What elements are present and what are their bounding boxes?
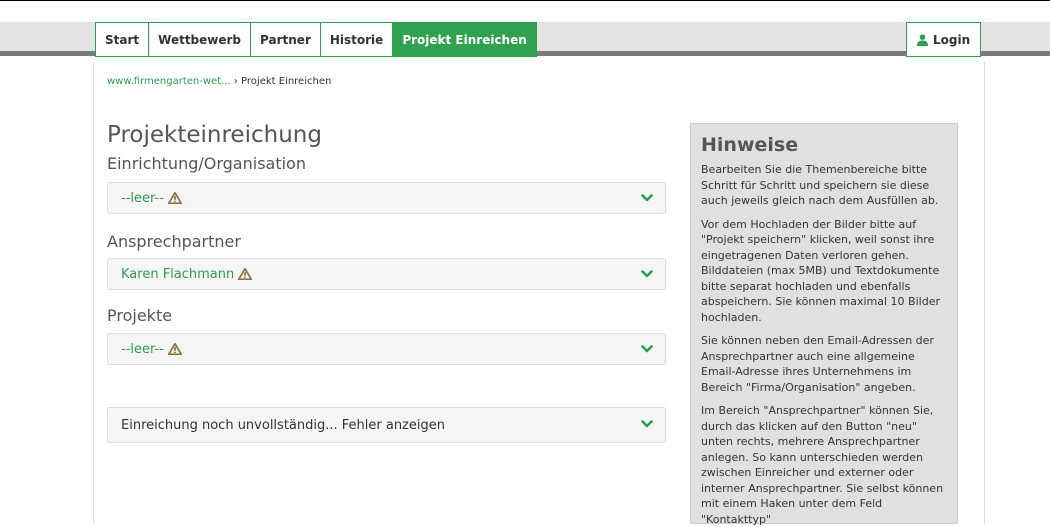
hints-title: Hinweise (701, 134, 799, 156)
chevron-down-icon (641, 420, 653, 428)
show-errors-panel[interactable]: Einreichung noch unvollständig... Fehler… (107, 407, 666, 443)
chevron-down-icon (641, 194, 653, 202)
hints-paragraph: Sie können neben den Email-Adressen der … (701, 334, 934, 394)
breadcrumb: www.firmengarten-wet... › Projekt Einrei… (107, 76, 331, 87)
nav-projekt-einreichen[interactable]: Projekt Einreichen (392, 22, 537, 57)
nav-wettbewerb[interactable]: Wettbewerb (148, 22, 251, 57)
breadcrumb-separator: › (233, 76, 238, 87)
nav-start[interactable]: Start (95, 22, 149, 57)
content-border-left (93, 62, 94, 524)
hints-paragraph: Bearbeiten Sie die Themenbereiche bitte … (701, 163, 939, 207)
projects-panel[interactable]: --leer-- (107, 333, 666, 365)
breadcrumb-home-link[interactable]: www.firmengarten-wet... (107, 76, 231, 87)
user-icon (917, 33, 928, 46)
breadcrumb-current: Projekt Einreichen (241, 76, 332, 87)
organisation-panel[interactable]: --leer-- (107, 182, 666, 214)
nav-historie[interactable]: Historie (319, 22, 393, 57)
hints-box: Hinweise Bearbeiten Sie die Themenbereic… (690, 123, 958, 526)
login-button[interactable]: Login (906, 22, 982, 57)
chevron-down-icon (641, 345, 653, 353)
show-errors-label: Einreichung noch unvollständig... Fehler… (121, 417, 445, 433)
content-border-right (984, 62, 985, 524)
page-title: Projekteinreichung (107, 122, 322, 148)
warning-icon (167, 343, 182, 355)
main-nav: Start Wettbewerb Partner Historie Projek… (95, 22, 537, 57)
warning-icon (167, 192, 182, 204)
hints-paragraph: Im Bereich "Ansprechpartner" können Sie,… (701, 404, 944, 526)
section-title-contact: Ansprechpartner (107, 232, 241, 251)
chevron-down-icon (641, 270, 653, 278)
contact-value: Karen Flachmann (121, 266, 235, 282)
nav-partner[interactable]: Partner (250, 22, 320, 57)
section-title-projects: Projekte (107, 306, 173, 325)
contact-panel[interactable]: Karen Flachmann (107, 258, 666, 290)
login-label: Login (933, 32, 971, 47)
section-title-organisation: Einrichtung/Organisation (107, 154, 306, 173)
projects-value: --leer-- (121, 341, 164, 357)
organisation-value: --leer-- (121, 190, 164, 206)
warning-icon (238, 268, 253, 280)
hints-paragraph: Vor dem Hochladen der Bilder bitte auf "… (701, 217, 940, 324)
window-top-edge (0, 0, 1050, 5)
